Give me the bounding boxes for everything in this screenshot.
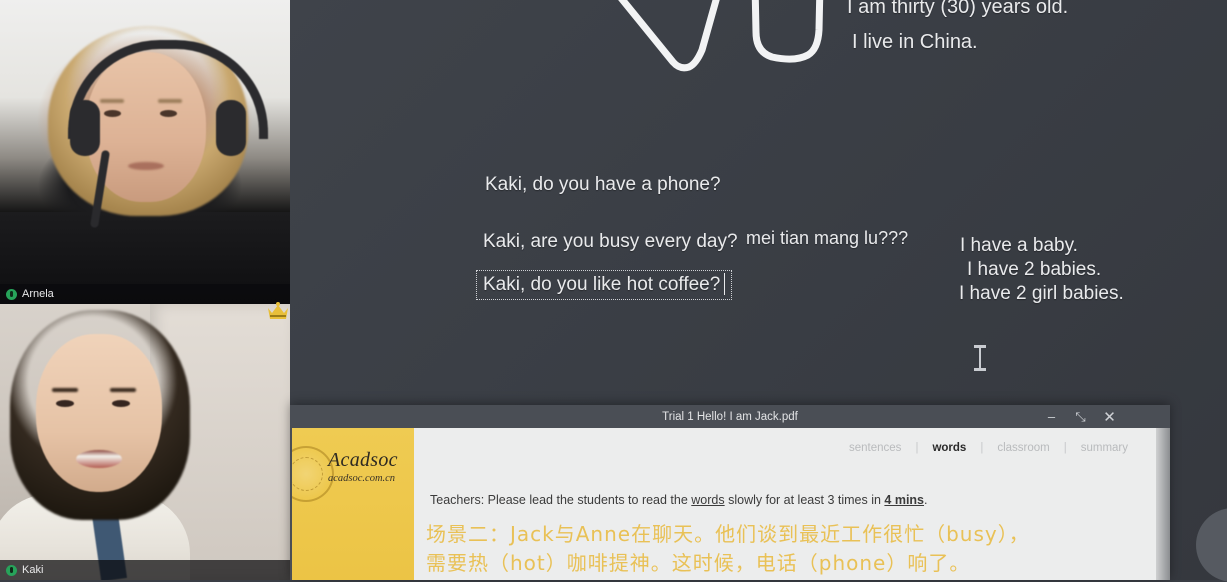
minimize-icon[interactable]: – — [1037, 405, 1066, 428]
whiteboard-text-question-busy[interactable]: Kaki, are you busy every day? — [483, 231, 738, 253]
pdf-window-titlebar[interactable]: Trial 1 Hello! I am Jack.pdf – ⤡ ✕ — [290, 405, 1170, 428]
whiteboard-text-question-coffee: Kaki, do you like hot coffee? — [483, 274, 721, 295]
pdf-brand-sidebar: Acadsoc acadsoc.com.cn — [292, 428, 414, 580]
instruction-emphasis-duration: 4 mins — [884, 493, 925, 507]
instruction-emphasis-words: words — [691, 493, 725, 507]
student-eye-right — [112, 400, 130, 407]
nav-item-summary[interactable]: summary — [1067, 442, 1142, 454]
student-eyebrow-left — [52, 388, 78, 392]
microphone-icon — [6, 564, 17, 576]
microphone-icon — [6, 288, 17, 300]
student-eye-left — [56, 400, 74, 407]
video-tile-student[interactable]: Kaki — [0, 304, 290, 580]
scenario-text-line-2: 需要热（hot）咖啡提神。这时候，电话（phone）响了。 — [426, 551, 971, 575]
nav-item-words[interactable]: words — [918, 442, 980, 454]
handwritten-u-stroke — [751, 0, 824, 63]
pdf-page-edge-shadow — [1156, 428, 1170, 580]
nav-item-classroom[interactable]: classroom — [983, 442, 1063, 454]
video-tile-teacher[interactable]: Arnela — [0, 0, 290, 304]
whiteboard-text-age[interactable]: I am thirty (30) years old. — [847, 0, 1068, 19]
scenario-text-line-1: 场景二：Jack与Anne在聊天。他们谈到最近工作很忙（busy）， — [426, 522, 1030, 546]
text-ibeam-cursor — [974, 345, 986, 371]
pdf-body: sentences | words | classroom | summary … — [414, 428, 1156, 580]
crown-icon — [268, 302, 288, 319]
nav-item-sentences[interactable]: sentences — [835, 442, 915, 454]
brand-url: acadsoc.com.cn — [328, 473, 396, 484]
pdf-page-content: Acadsoc acadsoc.com.cn sentences | words… — [292, 428, 1156, 580]
whiteboard-text-baby-1[interactable]: I have a baby. — [960, 235, 1078, 257]
student-name-plate: Kaki — [0, 560, 290, 580]
whiteboard-selected-textbox[interactable]: Kaki, do you like hot coffee? — [476, 270, 733, 300]
brand-block: Acadsoc acadsoc.com.cn — [328, 450, 398, 484]
maximize-icon[interactable]: ⤡ — [1066, 405, 1095, 428]
headphone-earcup-right — [216, 100, 246, 156]
student-name-label: Kaki — [22, 564, 44, 576]
headphone-earcup-left — [70, 100, 100, 156]
student-eyebrow-right — [110, 388, 136, 392]
whiteboard-text-pinyin-note[interactable]: mei tian mang lu??? — [746, 228, 908, 249]
teacher-mouth — [128, 162, 164, 170]
whiteboard-text-baby-2[interactable]: I have 2 babies. — [967, 259, 1101, 281]
teacher-name-label: Arnela — [22, 288, 54, 300]
whiteboard-text-question-phone[interactable]: Kaki, do you have a phone? — [485, 174, 721, 196]
whiteboard-text-country[interactable]: I live in China. — [852, 31, 978, 54]
instruction-middle: slowly for at least 3 times in — [724, 493, 885, 507]
handwritten-v-stroke — [618, 0, 720, 72]
close-icon[interactable]: ✕ — [1095, 405, 1124, 428]
whiteboard-text-baby-3[interactable]: I have 2 girl babies. — [959, 283, 1124, 305]
brand-name: Acadsoc — [328, 449, 398, 471]
instruction-prefix: Teachers: Please lead the students to re… — [430, 493, 692, 507]
pdf-section-nav[interactable]: sentences | words | classroom | summary — [835, 442, 1142, 454]
text-caret — [724, 273, 726, 295]
instruction-suffix: . — [924, 493, 928, 507]
teacher-instruction-line: Teachers: Please lead the students to re… — [430, 493, 928, 507]
pdf-viewer-window[interactable]: Trial 1 Hello! I am Jack.pdf – ⤡ ✕ Acads… — [290, 405, 1170, 580]
student-face — [36, 334, 162, 492]
teacher-name-plate: Arnela — [0, 284, 290, 304]
student-mouth — [76, 450, 122, 468]
